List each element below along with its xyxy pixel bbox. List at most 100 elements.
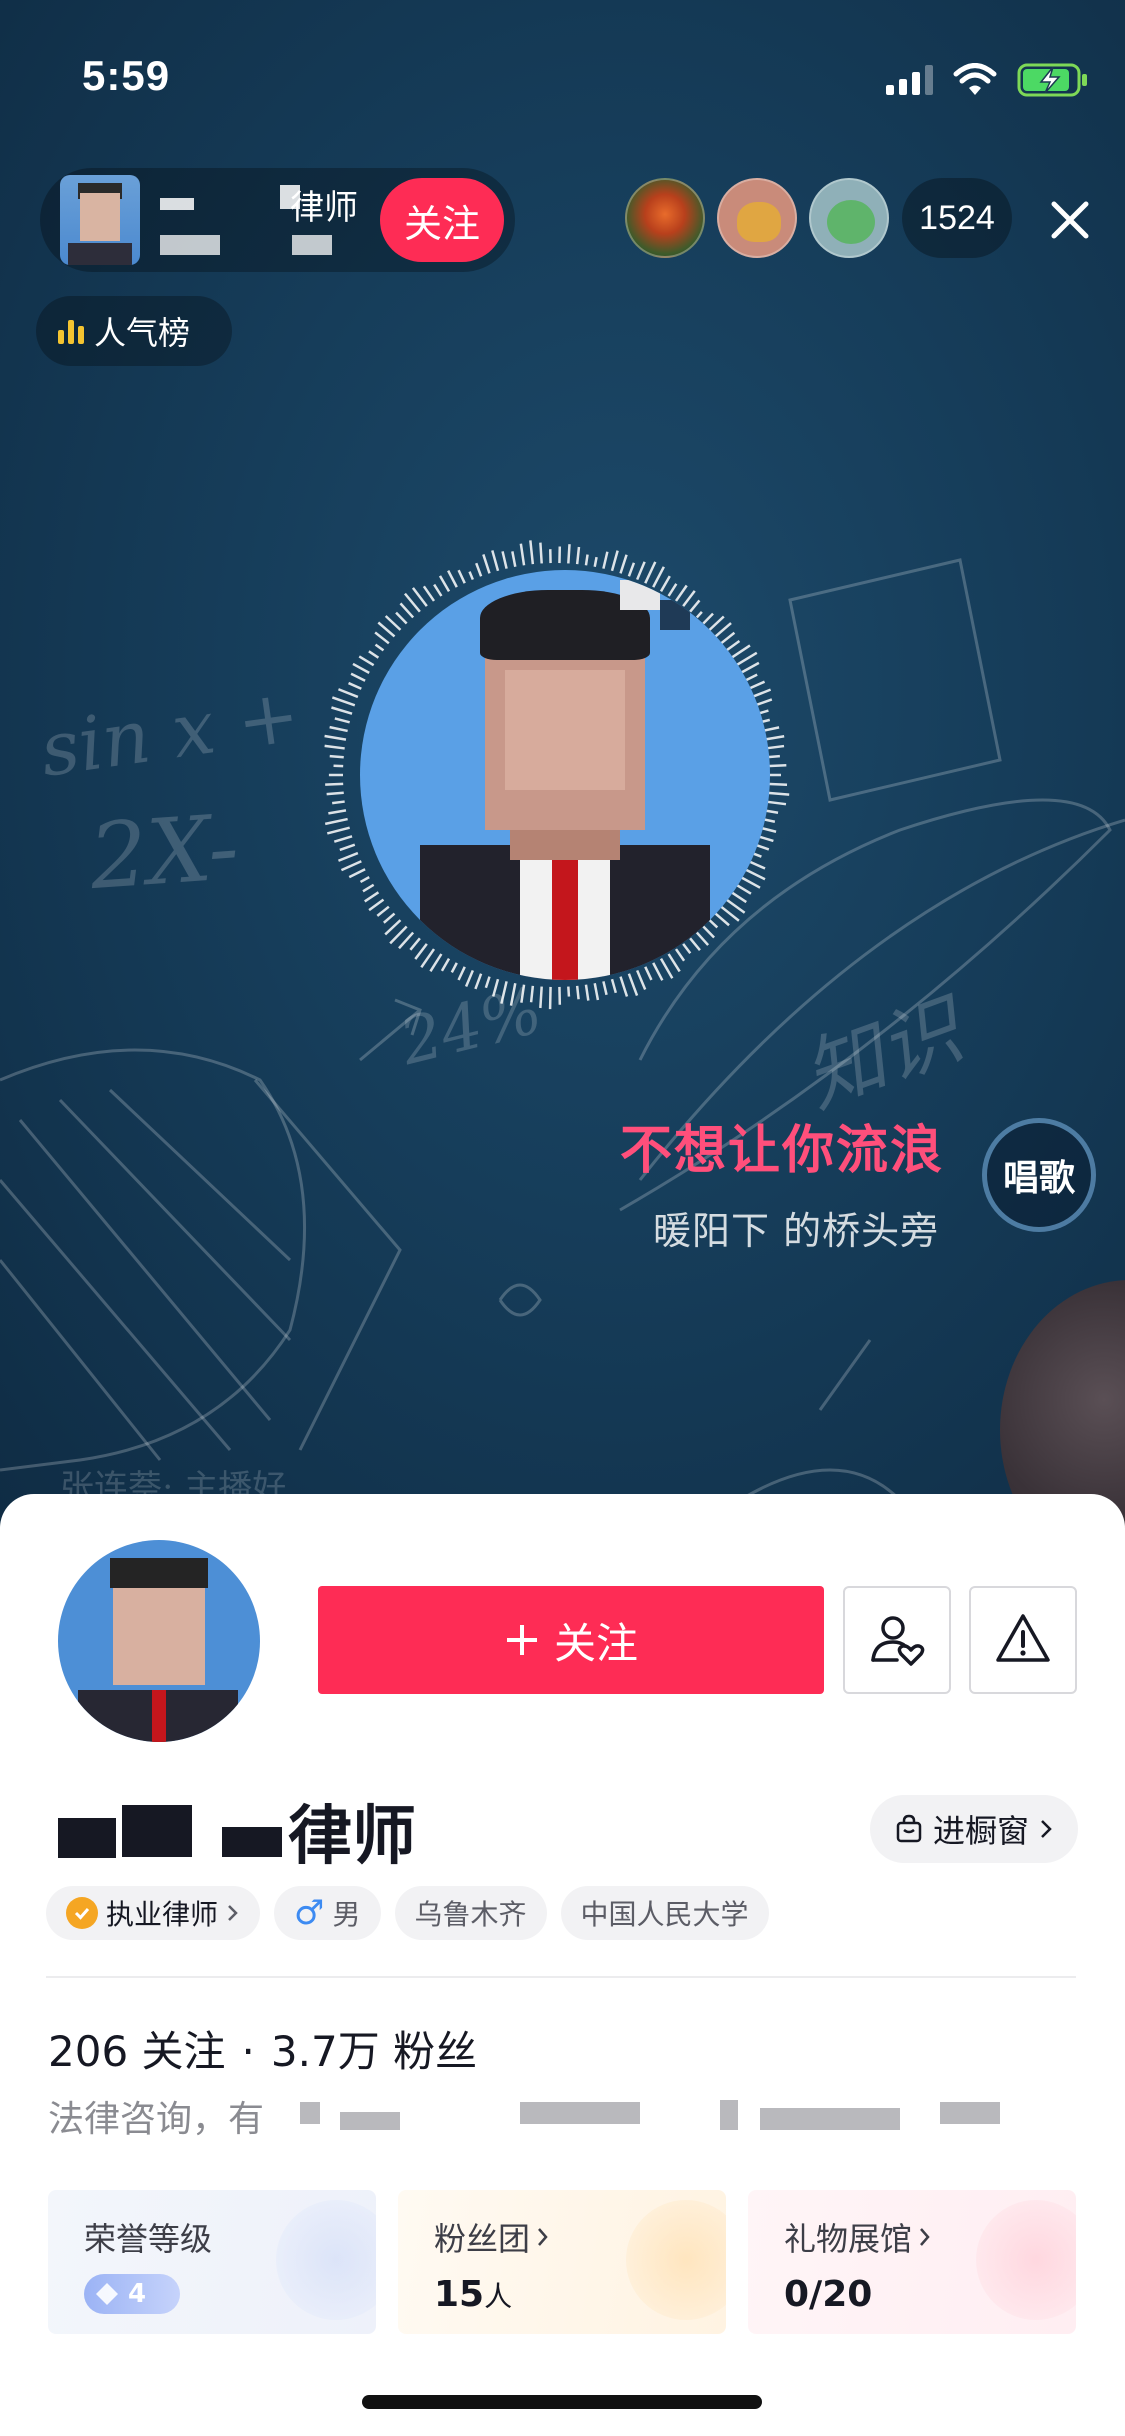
card-title-text: 粉丝团 xyxy=(434,2220,531,2258)
audio-wave-bar xyxy=(399,602,415,619)
host-avatar-large[interactable] xyxy=(360,570,770,980)
audio-wave-bar xyxy=(744,868,766,881)
viewer-avatar[interactable] xyxy=(625,178,705,258)
audio-wave-bar xyxy=(539,986,543,1009)
audio-wave-bar xyxy=(475,562,483,577)
audio-wave-bar xyxy=(337,688,359,699)
viewer-avatar[interactable] xyxy=(717,178,797,258)
audio-wave-bar xyxy=(740,876,761,889)
viewer-avatar[interactable] xyxy=(809,178,889,258)
home-indicator[interactable] xyxy=(362,2395,762,2409)
audio-wave-bar xyxy=(468,571,474,581)
honor-level-card[interactable]: 荣誉等级 4 xyxy=(48,2190,376,2334)
name-redacted xyxy=(58,1818,116,1858)
audio-wave-bar xyxy=(714,622,732,638)
diamond-icon xyxy=(96,2283,118,2305)
profile-name-suffix: 律师 xyxy=(288,1800,416,1874)
bio-redacted xyxy=(760,2108,900,2130)
audio-wave-bar xyxy=(326,826,350,835)
audio-wave-bar xyxy=(748,680,766,690)
audio-wave-bar xyxy=(331,696,356,707)
anchor-follow-button[interactable]: 关注 xyxy=(380,178,504,262)
popularity-rank-button[interactable]: 人气榜 xyxy=(36,296,232,366)
anchor-name: 律师 xyxy=(290,188,358,228)
song-title: 不想让你流浪 xyxy=(620,1121,945,1181)
profile-follow-button[interactable]: 关注 xyxy=(318,1586,824,1694)
audio-wave-bar xyxy=(482,554,491,574)
audio-wave-bar xyxy=(602,981,608,996)
audio-wave-bar xyxy=(500,981,508,1004)
audio-wave-bar xyxy=(748,860,766,870)
song-lyric: 暖阳下 的桥头旁 xyxy=(653,1209,940,1253)
sing-button[interactable]: 唱歌 xyxy=(982,1118,1096,1232)
report-button[interactable] xyxy=(969,1586,1077,1694)
person-heart-button[interactable] xyxy=(843,1586,951,1694)
audio-wave-bar xyxy=(398,931,415,950)
top-viewers xyxy=(625,178,889,258)
anchor-avatar[interactable] xyxy=(60,175,140,265)
followers-count: 3.7万 xyxy=(270,2027,380,2076)
level-badge: 4 xyxy=(84,2274,180,2314)
status-time: 5:59 xyxy=(82,52,171,99)
following-count: 206 xyxy=(48,2027,129,2076)
bio-redacted xyxy=(720,2100,738,2130)
audio-wave-bar xyxy=(350,672,366,682)
audio-wave-bar xyxy=(374,631,390,645)
profile-follow-label: 关注 xyxy=(553,1618,638,1668)
audio-wave-bar xyxy=(457,569,466,584)
audio-wave-bar xyxy=(384,919,402,936)
audio-wave-bar xyxy=(331,706,353,715)
close-icon[interactable] xyxy=(1040,190,1100,250)
audio-wave-bar xyxy=(689,599,701,613)
anchor-subline-redacted xyxy=(160,235,332,255)
audio-wave-bar xyxy=(433,583,443,597)
followers-stat[interactable]: 3.7万 粉丝 xyxy=(271,2018,477,2079)
audio-wave-bar xyxy=(359,876,370,884)
audio-wave-bar xyxy=(332,800,345,805)
audio-wave-bar xyxy=(326,791,344,796)
bar-chart-icon xyxy=(58,318,84,344)
chevron-right-icon xyxy=(920,2228,930,2246)
audio-wave-bar xyxy=(384,615,402,631)
viewer-count[interactable]: 1524 xyxy=(902,178,1012,258)
gift-gallery-card[interactable]: 礼物展馆 0/20 xyxy=(748,2190,1076,2334)
audio-wave-bar xyxy=(766,782,788,786)
bio-redacted xyxy=(340,2112,400,2130)
audio-wave-bar xyxy=(720,905,740,922)
tag-licensed-lawyer[interactable]: 执业律师 xyxy=(46,1886,261,1940)
name-redacted xyxy=(122,1805,192,1857)
audio-wave-bar xyxy=(584,554,589,566)
audio-wave-bar xyxy=(324,734,347,741)
showcase-button[interactable]: 进橱窗 xyxy=(870,1795,1078,1863)
follow-stats: 206 关注 · 3.7万 粉丝 xyxy=(48,2018,477,2079)
fan-club-card[interactable]: 粉丝团 15人 xyxy=(398,2190,726,2334)
person-heart-icon xyxy=(871,1616,925,1666)
audio-wave-bar xyxy=(329,754,344,759)
audio-wave-bar xyxy=(491,550,500,572)
audio-wave-bar xyxy=(368,898,385,912)
audio-wave-bar xyxy=(593,983,600,1001)
audio-wave-bar xyxy=(358,655,375,667)
audio-wave-bar xyxy=(403,592,421,613)
audio-wave-bar xyxy=(695,611,703,619)
audio-wave-bar xyxy=(730,644,751,659)
audio-wave-bar xyxy=(708,919,719,929)
status-bar: 5:59 xyxy=(0,0,1125,140)
profile-avatar[interactable] xyxy=(58,1540,260,1742)
divider xyxy=(46,1976,1076,1978)
followers-label: 粉丝 xyxy=(393,2027,478,2076)
audio-wave-bar xyxy=(627,562,636,577)
name-redacted xyxy=(222,1827,282,1857)
audio-wave-bar xyxy=(362,883,375,893)
audio-wave-bar xyxy=(501,551,508,569)
warning-icon xyxy=(996,1614,1050,1662)
audio-wave-bar xyxy=(509,983,517,1006)
profile-name: 律师 xyxy=(58,1785,416,1877)
stats-separator: · xyxy=(241,2027,255,2076)
profile-bio: 法律咨询，有 xyxy=(48,2099,265,2140)
status-icons xyxy=(886,62,1089,98)
audio-wave-bar xyxy=(725,898,746,914)
audio-wave-bar xyxy=(340,860,362,872)
following-stat[interactable]: 206 关注 xyxy=(48,2018,226,2079)
audio-wave-bar xyxy=(447,570,458,588)
